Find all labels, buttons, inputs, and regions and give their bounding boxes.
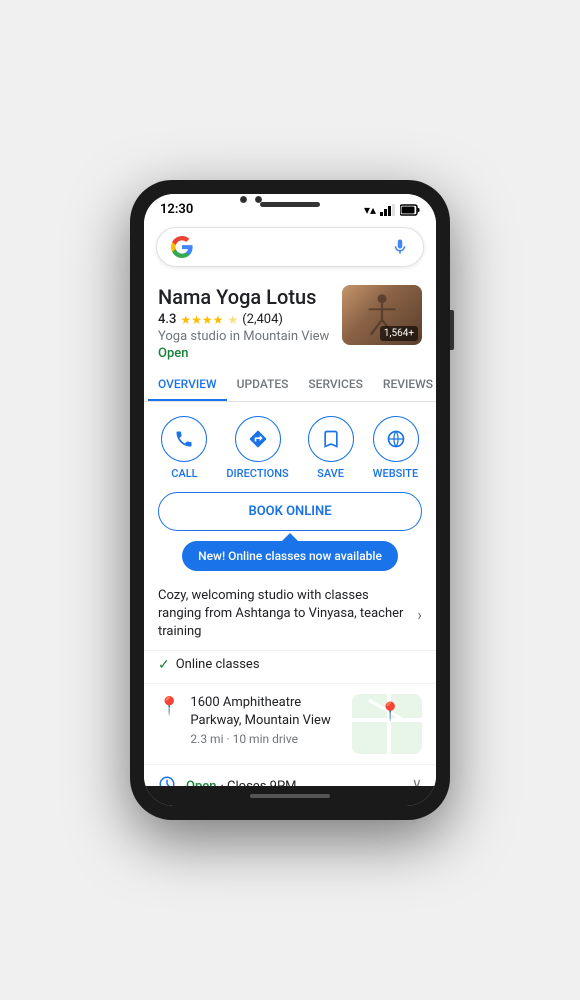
tab-services[interactable]: SERVICES bbox=[298, 369, 373, 401]
status-bar: 12:30 ▾▴ bbox=[144, 194, 436, 221]
action-buttons: CALL DIRECTIONS SA bbox=[144, 402, 436, 486]
business-info: Nama Yoga Lotus 4.3 ★★★★ ★ (2,404) Yoga … bbox=[158, 285, 332, 361]
website-button[interactable]: WEBSITE bbox=[373, 416, 419, 480]
google-logo bbox=[171, 236, 193, 258]
address-row[interactable]: 📍 1600 Amphitheatre Parkway, Mountain Vi… bbox=[144, 683, 436, 764]
stars: ★★★★ bbox=[180, 313, 223, 327]
online-classes-text: Online classes bbox=[176, 657, 260, 672]
directions-label: DIRECTIONS bbox=[226, 467, 288, 480]
status-icons: ▾▴ bbox=[364, 203, 420, 217]
volume-button bbox=[450, 310, 454, 350]
description-text: Cozy, welcoming studio with classes rang… bbox=[158, 587, 409, 642]
search-bar[interactable] bbox=[156, 227, 424, 267]
tab-reviews[interactable]: REVIEWS bbox=[373, 369, 436, 401]
main-content: Nama Yoga Lotus 4.3 ★★★★ ★ (2,404) Yoga … bbox=[144, 275, 436, 786]
tab-overview[interactable]: OVERVIEW bbox=[148, 369, 227, 401]
chevron-right-icon: › bbox=[417, 605, 422, 624]
half-star: ★ bbox=[227, 313, 238, 327]
business-type: Yoga studio in Mountain View bbox=[158, 329, 332, 344]
book-online-button[interactable]: BOOK ONLINE bbox=[158, 492, 422, 531]
tooltip-arrow bbox=[282, 533, 298, 541]
camera-left bbox=[240, 196, 247, 203]
website-label: WEBSITE bbox=[373, 467, 418, 480]
camera-right bbox=[255, 196, 262, 203]
signal-icon bbox=[380, 204, 396, 216]
save-label: SAVE bbox=[317, 467, 344, 480]
location-pin-icon: 📍 bbox=[158, 696, 180, 717]
save-icon bbox=[321, 429, 341, 449]
phone-screen: 12:30 ▾▴ bbox=[144, 194, 436, 806]
search-bar-container bbox=[144, 221, 436, 275]
description-row[interactable]: Cozy, welcoming studio with classes rang… bbox=[144, 579, 436, 651]
directions-icon-circle bbox=[235, 416, 281, 462]
address-street: 1600 Amphitheatre bbox=[190, 694, 342, 712]
save-icon-circle bbox=[308, 416, 354, 462]
tooltip-container: New! Online classes now available bbox=[158, 541, 422, 571]
home-indicator bbox=[250, 794, 330, 798]
directions-icon bbox=[248, 429, 268, 449]
reviews-count: (2,404) bbox=[242, 312, 283, 327]
call-label: CALL bbox=[171, 467, 197, 480]
clock-icon bbox=[158, 775, 176, 786]
save-button[interactable]: SAVE bbox=[308, 416, 354, 480]
hours-closes: · Closes 9PM bbox=[220, 779, 296, 786]
call-icon-circle bbox=[161, 416, 207, 462]
business-photo[interactable]: 1,564+ bbox=[342, 285, 422, 345]
book-online-label: BOOK ONLINE bbox=[248, 504, 331, 519]
business-header: Nama Yoga Lotus 4.3 ★★★★ ★ (2,404) Yoga … bbox=[144, 275, 436, 369]
wifi-icon: ▾▴ bbox=[364, 203, 376, 217]
hours-info: Open · Closes 9PM bbox=[186, 775, 402, 786]
microphone-icon[interactable] bbox=[391, 238, 409, 256]
call-button[interactable]: CALL bbox=[161, 416, 207, 480]
tabs-container: OVERVIEW UPDATES SERVICES REVIEWS P bbox=[144, 369, 436, 402]
status-time: 12:30 bbox=[160, 202, 193, 217]
call-icon bbox=[174, 429, 194, 449]
map-pin-icon: 📍 bbox=[379, 701, 401, 722]
online-classes-badge: ✓ Online classes bbox=[144, 651, 436, 683]
map-thumbnail[interactable]: 📍 bbox=[352, 694, 422, 754]
address-city: Parkway, Mountain View bbox=[190, 712, 342, 730]
battery-icon bbox=[400, 204, 420, 216]
business-name: Nama Yoga Lotus bbox=[158, 285, 332, 309]
tooltip-text: New! Online classes now available bbox=[198, 549, 382, 563]
directions-button[interactable]: DIRECTIONS bbox=[226, 416, 288, 480]
tab-updates[interactable]: UPDATES bbox=[227, 369, 299, 401]
phone-frame: 12:30 ▾▴ bbox=[130, 180, 450, 820]
website-icon-circle bbox=[373, 416, 419, 462]
website-icon bbox=[386, 429, 406, 449]
rating-row: 4.3 ★★★★ ★ (2,404) bbox=[158, 312, 332, 327]
map-background: 📍 bbox=[352, 694, 422, 754]
distance-text: 2.3 mi · 10 min drive bbox=[190, 732, 342, 746]
home-bar bbox=[144, 786, 436, 806]
hours-open-status: Open bbox=[186, 779, 216, 786]
expand-hours-icon[interactable]: ∨ bbox=[412, 776, 422, 786]
tooltip-bubble: New! Online classes now available bbox=[182, 541, 398, 571]
open-status: Open bbox=[158, 346, 332, 361]
rating-number: 4.3 bbox=[158, 312, 176, 327]
address-info: 1600 Amphitheatre Parkway, Mountain View… bbox=[190, 694, 342, 746]
check-icon: ✓ bbox=[158, 657, 170, 673]
photo-count: 1,564+ bbox=[380, 326, 418, 341]
hours-row[interactable]: Open · Closes 9PM ∨ bbox=[144, 764, 436, 786]
